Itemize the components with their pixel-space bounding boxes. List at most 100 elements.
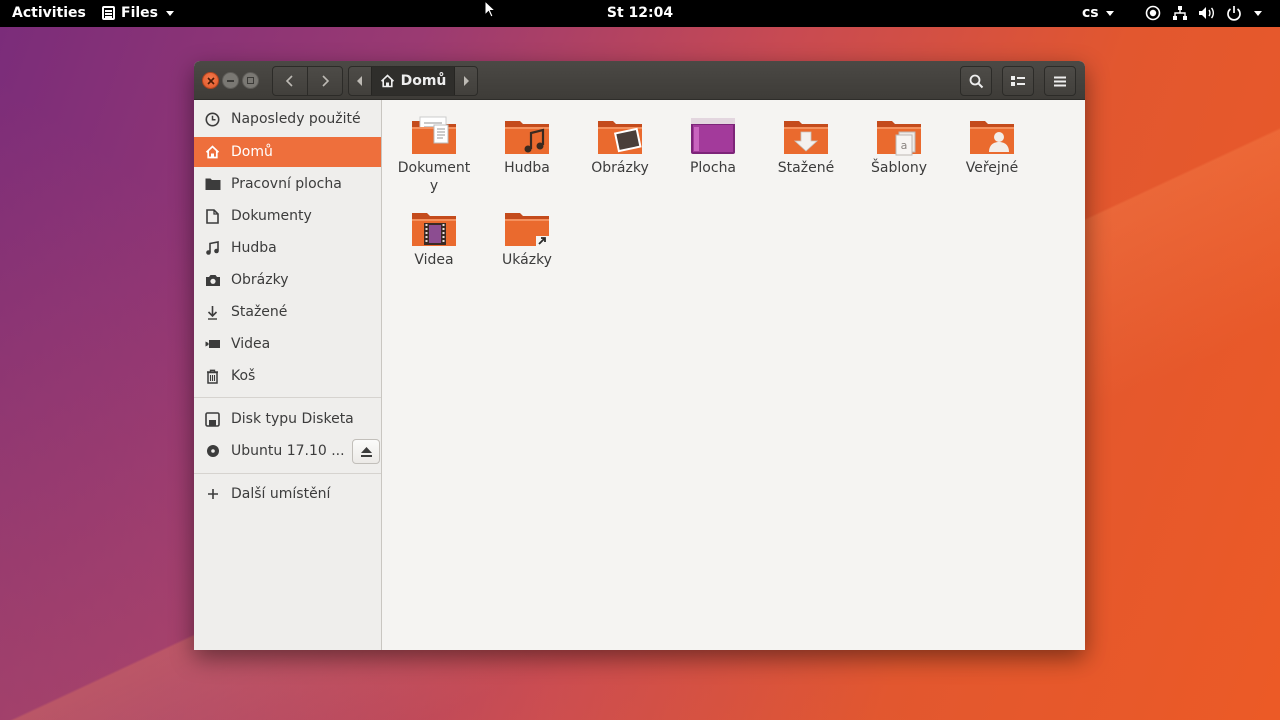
- floppy-icon: [204, 411, 221, 428]
- path-crumb-label: Domů: [400, 73, 447, 89]
- document-icon: [204, 208, 221, 225]
- path-scroll-left-button[interactable]: [349, 67, 371, 95]
- desktop-folder-icon: [204, 176, 221, 193]
- videos-folder-icon: [412, 213, 456, 246]
- app-menu[interactable]: Files: [102, 5, 174, 21]
- file-item-desktop[interactable]: Plocha: [667, 103, 759, 177]
- chevron-left-icon: [285, 75, 293, 87]
- sidebar-item-label: Hudba: [231, 240, 277, 256]
- eject-button[interactable]: [352, 439, 380, 464]
- music-icon: [204, 240, 221, 257]
- accessibility-icon[interactable]: [1144, 4, 1162, 22]
- file-item-public[interactable]: Veřejné: [946, 103, 1038, 177]
- language-indicator[interactable]: cs: [1082, 5, 1114, 21]
- top-bar: Activities Files St 12:04 cs: [0, 0, 1280, 27]
- history-navigation: [272, 66, 343, 96]
- minimize-icon: [227, 79, 234, 82]
- close-window-button[interactable]: [202, 72, 219, 89]
- sidebar-item-videos[interactable]: Videa: [194, 329, 381, 359]
- chevron-down-icon: [166, 10, 174, 16]
- file-item-label: Hudba: [504, 160, 550, 176]
- back-button[interactable]: [273, 67, 307, 95]
- minimize-window-button[interactable]: [222, 72, 239, 89]
- maximize-icon: [247, 77, 254, 84]
- triangle-right-icon: [464, 76, 469, 86]
- plus-icon: [204, 486, 221, 503]
- sidebar-item-floppy[interactable]: Disk typu Disketa: [194, 404, 381, 434]
- sidebar-item-desktop[interactable]: Pracovní plocha: [194, 169, 381, 199]
- search-button[interactable]: [960, 66, 992, 96]
- sidebar-item-label: Ubuntu 17.10 ...: [231, 443, 345, 459]
- file-item-label: Veřejné: [965, 160, 1019, 176]
- sidebar-item-recent[interactable]: Naposledy použité: [194, 104, 381, 134]
- sidebar-item-label: Naposledy použité: [231, 111, 361, 127]
- sidebar-item-home[interactable]: Domů: [194, 137, 381, 167]
- templates-folder-icon: a: [877, 121, 921, 156]
- pictures-folder-icon: [598, 121, 642, 154]
- search-icon: [969, 74, 983, 88]
- network-icon[interactable]: [1171, 4, 1189, 22]
- file-item-examples[interactable]: Ukázky: [481, 195, 573, 269]
- file-item-templates[interactable]: a Šablony: [853, 103, 945, 177]
- public-folder-icon: [970, 121, 1014, 154]
- file-item-label: Stažené: [777, 160, 835, 176]
- chevron-right-icon: [322, 75, 330, 87]
- list-view-icon: [1011, 76, 1025, 86]
- mouse-pointer-icon: [484, 0, 496, 18]
- file-item-documents[interactable]: Dokumenty: [388, 103, 480, 195]
- activities-button[interactable]: Activities: [12, 5, 86, 21]
- sidebar-separator: [194, 397, 381, 398]
- file-icon-view[interactable]: Dokumenty Hudba Obrázky Plocha Stažené a…: [383, 100, 1085, 650]
- sidebar-item-other-locations[interactable]: Další umístění: [194, 479, 381, 509]
- file-item-label: Videa: [414, 252, 454, 268]
- chevron-down-icon: [1105, 10, 1114, 16]
- files-app-icon: [102, 6, 115, 20]
- sidebar-item-label: Pracovní plocha: [231, 176, 342, 192]
- sidebar-item-label: Dokumenty: [231, 208, 312, 224]
- power-icon[interactable]: [1225, 4, 1243, 22]
- camera-icon: [204, 272, 221, 289]
- path-bar: Domů: [348, 66, 478, 96]
- header-bar: Domů: [194, 61, 1085, 100]
- hamburger-menu-icon: [1054, 76, 1066, 86]
- eject-icon: [360, 446, 372, 457]
- home-icon: [204, 144, 221, 161]
- desktop-folder-icon: [691, 118, 735, 154]
- sidebar-item-label: Další umístění: [231, 486, 331, 502]
- sidebar-item-label: Disk typu Disketa: [231, 411, 354, 427]
- file-item-videos[interactable]: Videa: [388, 195, 480, 269]
- clock[interactable]: St 12:04: [607, 5, 673, 21]
- sidebar-item-downloads[interactable]: Stažené: [194, 297, 381, 327]
- sidebar-item-pictures[interactable]: Obrázky: [194, 265, 381, 295]
- file-item-label: Plocha: [689, 160, 737, 176]
- forward-button[interactable]: [307, 67, 342, 95]
- optical-disc-icon: [204, 443, 221, 460]
- sidebar-item-documents[interactable]: Dokumenty: [194, 201, 381, 231]
- documents-folder-icon: [412, 116, 456, 154]
- file-item-music[interactable]: Hudba: [481, 103, 573, 177]
- sidebar-separator: [194, 473, 381, 474]
- sidebar-item-music[interactable]: Hudba: [194, 233, 381, 263]
- file-item-label: Dokumenty: [397, 160, 471, 194]
- file-item-label: Šablony: [871, 160, 927, 176]
- files-window: Domů Naposledy použité Domů Pracovní plo…: [194, 61, 1085, 650]
- file-item-pictures[interactable]: Obrázky: [574, 103, 666, 177]
- file-item-downloads[interactable]: Stažené: [760, 103, 852, 177]
- maximize-window-button[interactable]: [242, 72, 259, 89]
- sidebar-item-trash[interactable]: Koš: [194, 361, 381, 391]
- app-menu-label: Files: [121, 5, 158, 21]
- examples-folder-link-icon: [505, 213, 549, 246]
- close-icon: [206, 76, 215, 85]
- view-toggle-button[interactable]: [1002, 66, 1034, 96]
- language-label: cs: [1082, 5, 1099, 21]
- path-crumb-home[interactable]: Domů: [371, 67, 455, 95]
- sidebar-item-label: Obrázky: [231, 272, 289, 288]
- download-icon: [204, 304, 221, 321]
- system-tray[interactable]: [1144, 4, 1262, 22]
- sidebar-item-label: Stažené: [231, 304, 288, 320]
- path-scroll-right-button[interactable]: [455, 67, 477, 95]
- svg-text:a: a: [901, 139, 908, 152]
- app-menu-button[interactable]: [1044, 66, 1076, 96]
- volume-icon[interactable]: [1198, 4, 1216, 22]
- chevron-down-icon: [1254, 10, 1262, 16]
